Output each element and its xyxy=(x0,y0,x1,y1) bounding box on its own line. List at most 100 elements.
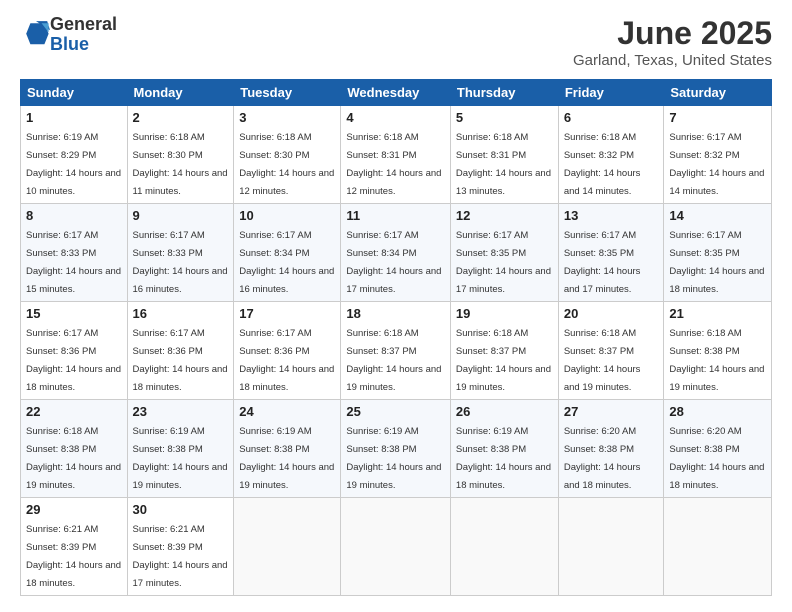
day-number: 25 xyxy=(346,404,445,419)
week-row-1: 1 Sunrise: 6:19 AMSunset: 8:29 PMDayligh… xyxy=(21,106,772,204)
week-row-4: 22 Sunrise: 6:18 AMSunset: 8:38 PMDaylig… xyxy=(21,400,772,498)
location-title: Garland, Texas, United States xyxy=(573,52,772,69)
table-row xyxy=(341,498,451,596)
day-detail: Sunrise: 6:17 AMSunset: 8:36 PMDaylight:… xyxy=(133,328,228,393)
day-detail: Sunrise: 6:18 AMSunset: 8:30 PMDaylight:… xyxy=(133,132,228,197)
day-number: 11 xyxy=(346,208,445,223)
table-row: 23 Sunrise: 6:19 AMSunset: 8:38 PMDaylig… xyxy=(127,400,234,498)
day-detail: Sunrise: 6:19 AMSunset: 8:29 PMDaylight:… xyxy=(26,132,121,197)
day-detail: Sunrise: 6:19 AMSunset: 8:38 PMDaylight:… xyxy=(456,426,551,491)
table-row xyxy=(558,498,664,596)
table-row: 6 Sunrise: 6:18 AMSunset: 8:32 PMDayligh… xyxy=(558,106,664,204)
table-row: 12 Sunrise: 6:17 AMSunset: 8:35 PMDaylig… xyxy=(450,204,558,302)
table-row xyxy=(664,498,772,596)
table-row: 14 Sunrise: 6:17 AMSunset: 8:35 PMDaylig… xyxy=(664,204,772,302)
day-number: 7 xyxy=(669,110,766,125)
logo-blue-text: Blue xyxy=(50,34,89,54)
col-friday: Friday xyxy=(558,80,664,106)
table-row: 25 Sunrise: 6:19 AMSunset: 8:38 PMDaylig… xyxy=(341,400,451,498)
day-number: 1 xyxy=(26,110,122,125)
table-row: 19 Sunrise: 6:18 AMSunset: 8:37 PMDaylig… xyxy=(450,302,558,400)
day-number: 19 xyxy=(456,306,553,321)
day-detail: Sunrise: 6:18 AMSunset: 8:38 PMDaylight:… xyxy=(26,426,121,491)
table-row xyxy=(234,498,341,596)
col-wednesday: Wednesday xyxy=(341,80,451,106)
table-row: 5 Sunrise: 6:18 AMSunset: 8:31 PMDayligh… xyxy=(450,106,558,204)
table-row: 3 Sunrise: 6:18 AMSunset: 8:30 PMDayligh… xyxy=(234,106,341,204)
day-detail: Sunrise: 6:17 AMSunset: 8:35 PMDaylight:… xyxy=(456,230,551,295)
table-row: 30 Sunrise: 6:21 AMSunset: 8:39 PMDaylig… xyxy=(127,498,234,596)
day-number: 2 xyxy=(133,110,229,125)
table-row: 18 Sunrise: 6:18 AMSunset: 8:37 PMDaylig… xyxy=(341,302,451,400)
col-monday: Monday xyxy=(127,80,234,106)
day-number: 29 xyxy=(26,502,122,517)
day-detail: Sunrise: 6:18 AMSunset: 8:31 PMDaylight:… xyxy=(346,132,441,197)
logo-general-text: General xyxy=(50,14,117,34)
table-row: 4 Sunrise: 6:18 AMSunset: 8:31 PMDayligh… xyxy=(341,106,451,204)
table-row: 1 Sunrise: 6:19 AMSunset: 8:29 PMDayligh… xyxy=(21,106,128,204)
day-detail: Sunrise: 6:17 AMSunset: 8:32 PMDaylight:… xyxy=(669,132,764,197)
day-detail: Sunrise: 6:17 AMSunset: 8:36 PMDaylight:… xyxy=(239,328,334,393)
logo: General Blue xyxy=(20,15,117,55)
table-row: 22 Sunrise: 6:18 AMSunset: 8:38 PMDaylig… xyxy=(21,400,128,498)
title-block: June 2025 Garland, Texas, United States xyxy=(573,15,772,69)
day-detail: Sunrise: 6:18 AMSunset: 8:37 PMDaylight:… xyxy=(456,328,551,393)
day-detail: Sunrise: 6:19 AMSunset: 8:38 PMDaylight:… xyxy=(346,426,441,491)
table-row: 10 Sunrise: 6:17 AMSunset: 8:34 PMDaylig… xyxy=(234,204,341,302)
table-row: 7 Sunrise: 6:17 AMSunset: 8:32 PMDayligh… xyxy=(664,106,772,204)
col-thursday: Thursday xyxy=(450,80,558,106)
day-number: 26 xyxy=(456,404,553,419)
day-number: 15 xyxy=(26,306,122,321)
table-row: 9 Sunrise: 6:17 AMSunset: 8:33 PMDayligh… xyxy=(127,204,234,302)
day-number: 17 xyxy=(239,306,335,321)
col-sunday: Sunday xyxy=(21,80,128,106)
day-number: 9 xyxy=(133,208,229,223)
day-number: 22 xyxy=(26,404,122,419)
table-row: 20 Sunrise: 6:18 AMSunset: 8:37 PMDaylig… xyxy=(558,302,664,400)
table-row: 24 Sunrise: 6:19 AMSunset: 8:38 PMDaylig… xyxy=(234,400,341,498)
day-number: 5 xyxy=(456,110,553,125)
day-detail: Sunrise: 6:17 AMSunset: 8:34 PMDaylight:… xyxy=(239,230,334,295)
day-detail: Sunrise: 6:19 AMSunset: 8:38 PMDaylight:… xyxy=(239,426,334,491)
day-detail: Sunrise: 6:18 AMSunset: 8:38 PMDaylight:… xyxy=(669,328,764,393)
header-row: Sunday Monday Tuesday Wednesday Thursday… xyxy=(21,80,772,106)
day-number: 16 xyxy=(133,306,229,321)
day-detail: Sunrise: 6:18 AMSunset: 8:37 PMDaylight:… xyxy=(564,328,641,393)
table-row: 16 Sunrise: 6:17 AMSunset: 8:36 PMDaylig… xyxy=(127,302,234,400)
day-number: 8 xyxy=(26,208,122,223)
day-detail: Sunrise: 6:21 AMSunset: 8:39 PMDaylight:… xyxy=(133,524,228,589)
table-row: 21 Sunrise: 6:18 AMSunset: 8:38 PMDaylig… xyxy=(664,302,772,400)
day-number: 28 xyxy=(669,404,766,419)
day-detail: Sunrise: 6:20 AMSunset: 8:38 PMDaylight:… xyxy=(564,426,641,491)
day-number: 20 xyxy=(564,306,659,321)
day-detail: Sunrise: 6:18 AMSunset: 8:30 PMDaylight:… xyxy=(239,132,334,197)
day-detail: Sunrise: 6:17 AMSunset: 8:35 PMDaylight:… xyxy=(564,230,641,295)
table-row: 8 Sunrise: 6:17 AMSunset: 8:33 PMDayligh… xyxy=(21,204,128,302)
day-number: 4 xyxy=(346,110,445,125)
table-row: 11 Sunrise: 6:17 AMSunset: 8:34 PMDaylig… xyxy=(341,204,451,302)
day-number: 12 xyxy=(456,208,553,223)
table-row: 17 Sunrise: 6:17 AMSunset: 8:36 PMDaylig… xyxy=(234,302,341,400)
table-row: 13 Sunrise: 6:17 AMSunset: 8:35 PMDaylig… xyxy=(558,204,664,302)
week-row-5: 29 Sunrise: 6:21 AMSunset: 8:39 PMDaylig… xyxy=(21,498,772,596)
table-row xyxy=(450,498,558,596)
day-number: 27 xyxy=(564,404,659,419)
table-row: 2 Sunrise: 6:18 AMSunset: 8:30 PMDayligh… xyxy=(127,106,234,204)
page: General Blue June 2025 Garland, Texas, U… xyxy=(0,0,792,612)
col-tuesday: Tuesday xyxy=(234,80,341,106)
day-detail: Sunrise: 6:17 AMSunset: 8:36 PMDaylight:… xyxy=(26,328,121,393)
day-number: 14 xyxy=(669,208,766,223)
day-detail: Sunrise: 6:17 AMSunset: 8:33 PMDaylight:… xyxy=(26,230,121,295)
day-detail: Sunrise: 6:18 AMSunset: 8:31 PMDaylight:… xyxy=(456,132,551,197)
day-detail: Sunrise: 6:17 AMSunset: 8:35 PMDaylight:… xyxy=(669,230,764,295)
table-row: 27 Sunrise: 6:20 AMSunset: 8:38 PMDaylig… xyxy=(558,400,664,498)
day-number: 23 xyxy=(133,404,229,419)
day-number: 30 xyxy=(133,502,229,517)
table-row: 26 Sunrise: 6:19 AMSunset: 8:38 PMDaylig… xyxy=(450,400,558,498)
table-row: 28 Sunrise: 6:20 AMSunset: 8:38 PMDaylig… xyxy=(664,400,772,498)
day-detail: Sunrise: 6:17 AMSunset: 8:34 PMDaylight:… xyxy=(346,230,441,295)
day-detail: Sunrise: 6:19 AMSunset: 8:38 PMDaylight:… xyxy=(133,426,228,491)
day-number: 13 xyxy=(564,208,659,223)
calendar-table: Sunday Monday Tuesday Wednesday Thursday… xyxy=(20,79,772,596)
table-row: 15 Sunrise: 6:17 AMSunset: 8:36 PMDaylig… xyxy=(21,302,128,400)
